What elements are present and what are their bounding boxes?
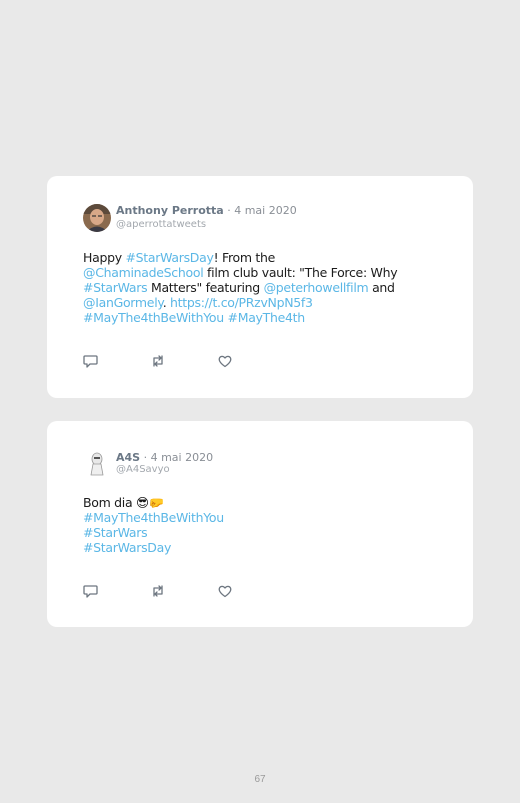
hashtag-link[interactable]: #StarWarsDay xyxy=(126,250,214,265)
text-segment: ! From the xyxy=(213,250,276,265)
tweet-text: Bom dia 😎🤛 #MayThe4thBeWithYou #StarWars… xyxy=(83,495,423,555)
hashtag-link[interactable]: #MayThe4thBeWithYou xyxy=(83,310,224,325)
author-name[interactable]: A4S xyxy=(116,451,140,464)
author-line: A4S · 4 mai 2020 xyxy=(116,451,213,464)
hashtag-link[interactable]: #MayThe4thBeWithYou xyxy=(83,510,224,525)
text-segment: . xyxy=(162,295,171,310)
tweet-actions xyxy=(83,583,243,599)
page-number: 67 xyxy=(254,774,266,785)
tweet-actions xyxy=(83,353,243,369)
mention-link[interactable]: @ChaminadeSchool xyxy=(83,265,204,280)
avatar[interactable] xyxy=(83,204,111,232)
tweet-card: Anthony Perrotta · 4 mai 2020 @aperrotta… xyxy=(47,176,473,398)
hashtag-link[interactable]: #MayThe4th xyxy=(228,310,306,325)
text-segment: Bom dia xyxy=(83,495,137,510)
url-link[interactable]: https://t.co/PRzvNpN5f3 xyxy=(170,295,313,310)
tweet-date[interactable]: 4 mai 2020 xyxy=(234,204,297,217)
text-segment: Matters" featuring xyxy=(147,280,264,295)
avatar[interactable] xyxy=(83,449,111,477)
text-segment: and xyxy=(368,280,395,295)
separator: · xyxy=(143,451,148,464)
text-segment: film club vault: "The Force: Why xyxy=(203,265,398,280)
hashtag-link[interactable]: #StarWars xyxy=(83,280,148,295)
like-icon[interactable] xyxy=(217,583,233,599)
mention-link[interactable]: @peterhowellfilm xyxy=(264,280,369,295)
reply-icon[interactable] xyxy=(83,353,99,369)
author-handle[interactable]: @aperrottatweets xyxy=(116,219,206,230)
tweet-text: Happy #StarWarsDay! From the @ChaminadeS… xyxy=(83,250,423,325)
author-line: Anthony Perrotta · 4 mai 2020 xyxy=(116,204,297,217)
text-segment: Happy xyxy=(83,250,126,265)
tweet-card: A4S · 4 mai 2020 @A4Savyo Bom dia 😎🤛 #Ma… xyxy=(47,421,473,627)
hashtag-link[interactable]: #StarWarsDay xyxy=(83,540,171,555)
emoji: 😎🤛 xyxy=(136,495,165,510)
reply-icon[interactable] xyxy=(83,583,99,599)
author-name[interactable]: Anthony Perrotta xyxy=(116,204,224,217)
retweet-icon[interactable] xyxy=(150,583,166,599)
author-handle[interactable]: @A4Savyo xyxy=(116,464,170,475)
hashtag-link[interactable]: #StarWars xyxy=(83,525,148,540)
retweet-icon[interactable] xyxy=(150,353,166,369)
tweet-date[interactable]: 4 mai 2020 xyxy=(151,451,214,464)
mention-link[interactable]: @IanGormely xyxy=(83,295,163,310)
separator: · xyxy=(227,204,231,217)
like-icon[interactable] xyxy=(217,353,233,369)
